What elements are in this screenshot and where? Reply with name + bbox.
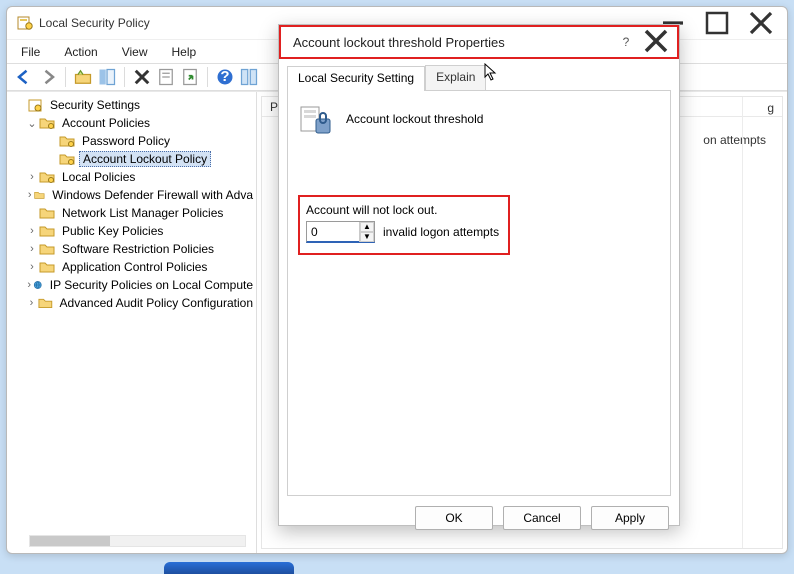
chevron-right-icon[interactable]: › bbox=[25, 279, 33, 291]
chevron-down-icon[interactable]: ⌄ bbox=[25, 117, 39, 130]
tree-account-lockout-policy[interactable]: Account Lockout Policy bbox=[7, 150, 256, 168]
tree-password-policy[interactable]: Password Policy bbox=[7, 132, 256, 150]
folder-icon bbox=[39, 241, 55, 257]
policy-name: Account lockout threshold bbox=[346, 112, 483, 126]
menu-action[interactable]: Action bbox=[58, 43, 103, 61]
taskbar-peek bbox=[164, 562, 294, 574]
folder-icon bbox=[39, 169, 55, 185]
setting-description: Account will not lock out. bbox=[306, 203, 502, 217]
tree-acp[interactable]: › Application Control Policies bbox=[7, 258, 256, 276]
ok-button[interactable]: OK bbox=[415, 506, 493, 530]
delete-button[interactable] bbox=[131, 66, 153, 88]
help-button[interactable]: ? bbox=[214, 66, 236, 88]
tree-label: Software Restriction Policies bbox=[59, 242, 217, 256]
tree-ipsec[interactable]: › IP Security Policies on Local Compute bbox=[7, 276, 256, 294]
tree-root[interactable]: Security Settings bbox=[7, 96, 256, 114]
ipsec-icon bbox=[33, 277, 42, 293]
tree-label: Application Control Policies bbox=[59, 260, 210, 274]
tree-label: Account Policies bbox=[59, 116, 153, 130]
properties-dialog: Account lockout threshold Properties ? L… bbox=[278, 24, 680, 526]
threshold-spinner[interactable]: ▲ ▼ bbox=[306, 221, 375, 243]
horizontal-scrollbar[interactable] bbox=[29, 535, 246, 547]
dialog-help-button[interactable]: ? bbox=[611, 35, 641, 49]
svg-text:?: ? bbox=[220, 68, 229, 85]
tree-label: Network List Manager Policies bbox=[59, 206, 226, 220]
folder-icon bbox=[59, 151, 75, 167]
maximize-button[interactable] bbox=[695, 8, 739, 38]
security-root-icon bbox=[27, 97, 43, 113]
tab-local-security-setting[interactable]: Local Security Setting bbox=[287, 66, 425, 91]
tree-srp[interactable]: › Software Restriction Policies bbox=[7, 240, 256, 258]
tree-label: Account Lockout Policy bbox=[79, 151, 211, 167]
dialog-close-button[interactable] bbox=[641, 26, 671, 59]
tree-pkp[interactable]: › Public Key Policies bbox=[7, 222, 256, 240]
export-button[interactable] bbox=[179, 66, 201, 88]
tree-label: Local Policies bbox=[59, 170, 138, 184]
menu-view[interactable]: View bbox=[116, 43, 154, 61]
dialog-tabstrip: Local Security Setting Explain bbox=[287, 65, 671, 91]
dialog-title: Account lockout threshold Properties bbox=[293, 35, 611, 50]
close-button[interactable] bbox=[739, 8, 783, 38]
actions-pane bbox=[742, 97, 782, 548]
tree-label: IP Security Policies on Local Compute bbox=[47, 278, 256, 292]
scrollbar-thumb[interactable] bbox=[30, 536, 110, 546]
dialog-tabpage: Account lockout threshold Account will n… bbox=[287, 91, 671, 496]
folder-icon bbox=[39, 223, 55, 239]
folder-icon bbox=[39, 259, 55, 275]
tree-local-policies[interactable]: › Local Policies bbox=[7, 168, 256, 186]
menu-help[interactable]: Help bbox=[166, 43, 203, 61]
tree-wdf[interactable]: › Windows Defender Firewall with Adva bbox=[7, 186, 256, 204]
tree-pane: Security Settings ⌄ Account Policies Pas… bbox=[7, 92, 257, 553]
folder-icon bbox=[34, 187, 45, 203]
app-icon bbox=[17, 15, 33, 31]
apply-button[interactable]: Apply bbox=[591, 506, 669, 530]
tab-explain[interactable]: Explain bbox=[425, 65, 486, 90]
chevron-right-icon[interactable]: › bbox=[25, 189, 34, 201]
up-button[interactable] bbox=[72, 66, 94, 88]
tree-label: Public Key Policies bbox=[59, 224, 166, 238]
folder-icon bbox=[59, 133, 75, 149]
chevron-right-icon[interactable]: › bbox=[25, 243, 39, 255]
dialog-titlebar[interactable]: Account lockout threshold Properties ? bbox=[279, 25, 679, 59]
tree-label: Windows Defender Firewall with Adva bbox=[49, 188, 256, 202]
threshold-unit: invalid logon attempts bbox=[383, 225, 499, 239]
tree-label: Security Settings bbox=[47, 98, 143, 112]
refresh-button[interactable] bbox=[238, 66, 260, 88]
chevron-right-icon[interactable]: › bbox=[25, 171, 39, 183]
properties-button[interactable] bbox=[155, 66, 177, 88]
policy-icon bbox=[298, 101, 334, 137]
cancel-button[interactable]: Cancel bbox=[503, 506, 581, 530]
folder-icon bbox=[39, 205, 55, 221]
tree-nlm[interactable]: Network List Manager Policies bbox=[7, 204, 256, 222]
tree-aap[interactable]: › Advanced Audit Policy Configuration bbox=[7, 294, 256, 312]
folder-icon bbox=[39, 115, 55, 131]
tree-label: Password Policy bbox=[79, 134, 173, 148]
spin-down-button[interactable]: ▼ bbox=[360, 232, 374, 242]
dialog-button-row: OK Cancel Apply bbox=[279, 496, 679, 542]
chevron-right-icon[interactable]: › bbox=[25, 297, 38, 309]
menu-file[interactable]: File bbox=[15, 43, 46, 61]
threshold-input[interactable] bbox=[307, 223, 359, 241]
tree-label: Advanced Audit Policy Configuration bbox=[57, 296, 256, 310]
setting-highlight: Account will not lock out. ▲ ▼ invalid l… bbox=[298, 195, 510, 255]
tree-account-policies[interactable]: ⌄ Account Policies bbox=[7, 114, 256, 132]
chevron-right-icon[interactable]: › bbox=[25, 225, 39, 237]
back-button[interactable] bbox=[13, 66, 35, 88]
forward-button[interactable] bbox=[37, 66, 59, 88]
folder-icon bbox=[38, 295, 53, 311]
spin-up-button[interactable]: ▲ bbox=[360, 222, 374, 232]
chevron-right-icon[interactable]: › bbox=[25, 261, 39, 273]
show-hide-tree-button[interactable] bbox=[96, 66, 118, 88]
